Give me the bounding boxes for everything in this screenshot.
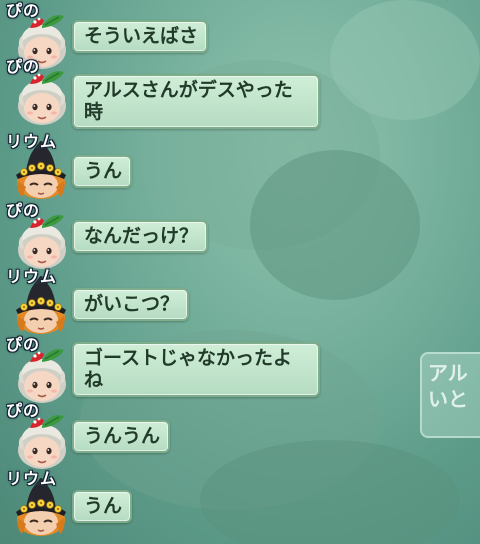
- speaker-name: ぴの: [6, 401, 41, 420]
- speaker-name: リウム: [6, 267, 58, 286]
- message-bubble: がいこつ？: [72, 288, 190, 321]
- message-bubble: ゴーストじゃなかったよね: [72, 342, 320, 397]
- message-bubble: うん: [72, 155, 133, 188]
- message-bubble: うん: [72, 490, 133, 523]
- message-bubble: アルスさんがデスやった時: [72, 74, 320, 129]
- speaker-name: ぴの: [6, 57, 41, 76]
- speaker-name: ぴの: [6, 1, 41, 20]
- message-bubble: そういえばさ: [72, 20, 209, 53]
- message-bubble: うんうん: [72, 420, 171, 453]
- speaker-name: ぴの: [6, 335, 41, 354]
- chat-log: ぴの そういえばさ ぴの アルスさんがデスやった時 リウム うん ぴの なんだっ…: [0, 0, 480, 544]
- message-bubble: なんだっけ？: [72, 220, 209, 253]
- speaker-name: リウム: [6, 469, 58, 488]
- speaker-name: ぴの: [6, 201, 41, 220]
- speaker-name: リウム: [6, 132, 58, 151]
